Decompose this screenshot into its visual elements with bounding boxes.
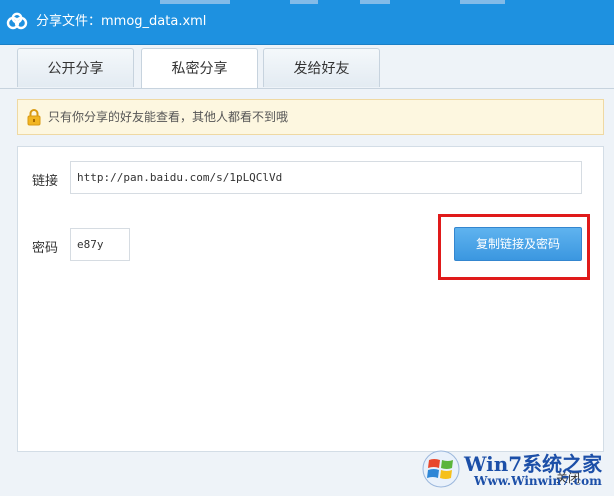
watermark-brand: Win7系统之家	[464, 452, 603, 476]
tab-public-share[interactable]: 公开分享	[17, 48, 134, 87]
title-bar: 分享文件：mmog_data.xml	[0, 0, 614, 45]
tab-send-to-friends[interactable]: 发给好友	[263, 48, 380, 87]
watermark-url: Www.Winwin7.com	[474, 474, 602, 488]
copy-link-and-password-button[interactable]: 复制链接及密码	[454, 227, 582, 261]
background-window-peek	[460, 0, 505, 4]
notice-text: 只有你分享的好友能查看，其他人都看不到哦	[48, 110, 289, 124]
password-label: 密码	[32, 241, 59, 256]
background-window-peek	[360, 0, 390, 4]
lock-icon	[27, 109, 41, 126]
tab-private-share[interactable]: 私密分享	[141, 48, 258, 89]
windows-logo-icon	[422, 450, 460, 488]
site-watermark: Win7系统之家 Www.Winwin7.com	[418, 446, 614, 496]
tab-divider	[0, 88, 614, 89]
share-link-field[interactable]: http://pan.baidu.com/s/1pLQClVd	[70, 161, 582, 194]
password-field[interactable]: e87y	[70, 228, 130, 261]
link-label: 链接	[32, 174, 59, 189]
background-window-peek	[160, 0, 230, 4]
cloud-logo-icon	[6, 12, 28, 30]
window-title: 分享文件：mmog_data.xml	[36, 14, 207, 29]
privacy-notice: 只有你分享的好友能查看，其他人都看不到哦	[17, 99, 604, 135]
background-window-peek	[290, 0, 318, 4]
